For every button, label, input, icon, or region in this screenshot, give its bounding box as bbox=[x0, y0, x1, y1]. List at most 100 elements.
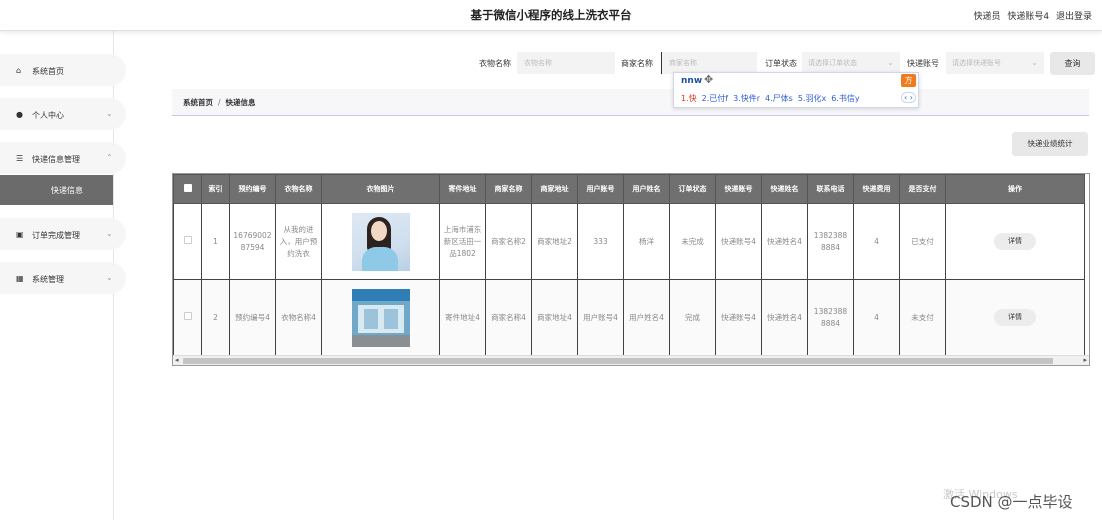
cell-courier-account: 快递账号4 bbox=[715, 279, 762, 356]
breadcrumb: 系统首页 / 快递信息 bbox=[172, 89, 1089, 116]
merchant-name-label: 商家名称 bbox=[621, 59, 653, 68]
cell-paid: 未支付 bbox=[899, 279, 946, 356]
sidebar-subitem-courier-info[interactable]: 快递信息 bbox=[0, 175, 113, 205]
scroll-left-icon[interactable]: ◂ bbox=[175, 356, 179, 364]
page: ⌂ 系统首页 ● 个人中心 ⌄ ☰ 快递信息管理 ⌃ 快递信息 ▣ 订单完成管理… bbox=[0, 0, 1102, 520]
cell-merchant-address: 商家地址4 bbox=[531, 279, 578, 356]
column-header: 快递账号 bbox=[715, 174, 762, 204]
cell-order-status: 未完成 bbox=[669, 203, 716, 280]
column-header: 寄件地址 bbox=[439, 174, 486, 204]
logout-link[interactable]: 退出登录 bbox=[1056, 12, 1092, 22]
ime-candidate[interactable]: 2.已付f bbox=[702, 94, 728, 103]
row-checkbox[interactable] bbox=[173, 203, 202, 280]
courier-account-label: 快递账号 bbox=[907, 59, 939, 68]
move-icon[interactable]: ✥ bbox=[704, 73, 713, 86]
select-all-checkbox[interactable] bbox=[173, 174, 202, 204]
chevron-down-icon: ⌄ bbox=[106, 273, 113, 282]
clothes-photo bbox=[351, 288, 410, 347]
clothes-name-label: 衣物名称 bbox=[479, 59, 511, 68]
order-status-label: 订单状态 bbox=[765, 59, 797, 68]
column-header: 快递姓名 bbox=[761, 174, 808, 204]
cell-order-status: 完成 bbox=[669, 279, 716, 356]
cell-merchant-name: 商家名称2 bbox=[485, 203, 532, 280]
ime-logo-icon[interactable]: 方 bbox=[901, 74, 916, 87]
table-row: 2 预约编号4 衣物名称4 寄件地址4 商家名称4 商家地址4 用户账号4 用户… bbox=[173, 279, 1085, 356]
app-title: 基于微信小程序的线上洗衣平台 bbox=[470, 8, 632, 22]
column-header: 联系电话 bbox=[807, 174, 854, 204]
top-bar: 基于微信小程序的线上洗衣平台 快递员 快递账号4 退出登录 bbox=[0, 0, 1102, 31]
cell-user-account: 用户账号4 bbox=[577, 279, 624, 356]
user-info: 快递员 快递账号4 退出登录 bbox=[969, 9, 1092, 22]
home-icon: ⌂ bbox=[16, 66, 22, 75]
detail-button[interactable]: 详情 bbox=[994, 233, 1036, 250]
column-header: 索引 bbox=[201, 174, 230, 204]
scrollbar-thumb[interactable] bbox=[183, 358, 1053, 364]
ime-candidate[interactable]: 4.尸体s bbox=[765, 94, 793, 103]
column-header: 商家地址 bbox=[531, 174, 578, 204]
sidebar-item-order-complete[interactable]: ▣ 订单完成管理 ⌄ bbox=[0, 218, 126, 250]
cell-paid: 已支付 bbox=[899, 203, 946, 280]
table-header-row: 索引 预约编号 衣物名称 衣物图片 寄件地址 商家名称 商家地址 用户账号 用户… bbox=[173, 174, 1085, 204]
user-role: 快递员 bbox=[973, 12, 1001, 22]
cell-phone: 13823888884 bbox=[807, 279, 854, 356]
column-header: 衣物图片 bbox=[321, 174, 440, 204]
courier-account-placeholder: 请选择快递账号 bbox=[952, 59, 1001, 67]
column-header: 商家名称 bbox=[485, 174, 532, 204]
breadcrumb-home[interactable]: 系统首页 bbox=[183, 98, 213, 107]
column-header: 用户姓名 bbox=[623, 174, 670, 204]
cell-clothes-name: 从我的进入，用户预约洗衣 bbox=[275, 203, 322, 280]
csdn-watermark: CSDN @一点毕设 bbox=[950, 493, 1073, 511]
sidebar-subitem-label: 快递信息 bbox=[51, 186, 83, 195]
cell-fee: 4 bbox=[853, 279, 900, 356]
sidebar-item-home[interactable]: ⌂ 系统首页 bbox=[0, 54, 126, 86]
breadcrumb-separator: / bbox=[218, 98, 221, 107]
detail-button[interactable]: 详情 bbox=[994, 309, 1036, 326]
ime-candidate[interactable]: 1.快 bbox=[681, 94, 697, 103]
ime-pager[interactable]: ‹ › bbox=[901, 92, 916, 103]
order-status-placeholder: 请选择订单状态 bbox=[808, 59, 857, 67]
merchant-name-input[interactable]: 商家名称 bbox=[661, 52, 757, 74]
grid-icon: ▦ bbox=[16, 274, 24, 283]
horizontal-scrollbar[interactable]: ◂ ▸ bbox=[173, 355, 1089, 365]
cell-user-name: 杨洋 bbox=[623, 203, 670, 280]
cell-index: 1 bbox=[201, 203, 230, 280]
cell-courier-name: 快递姓名4 bbox=[761, 279, 808, 356]
query-button[interactable]: 查询 bbox=[1050, 52, 1095, 75]
sidebar-item-label: 系统管理 bbox=[32, 275, 64, 284]
clothes-name-input[interactable]: 衣物名称 bbox=[517, 52, 615, 74]
sidebar-item-label: 订单完成管理 bbox=[32, 231, 80, 240]
cell-phone: 13823888884 bbox=[807, 203, 854, 280]
cell-booking-no: 预约编号4 bbox=[229, 279, 276, 356]
cell-clothes-image bbox=[321, 279, 440, 356]
column-header: 订单状态 bbox=[669, 174, 716, 204]
order-status-select[interactable]: 请选择订单状态 ⌄ bbox=[802, 52, 900, 74]
sidebar: ⌂ 系统首页 ● 个人中心 ⌄ ☰ 快递信息管理 ⌃ 快递信息 ▣ 订单完成管理… bbox=[0, 0, 126, 520]
cell-index: 2 bbox=[201, 279, 230, 356]
cell-user-account: 333 bbox=[577, 203, 624, 280]
courier-stats-button[interactable]: 快递业绩统计 bbox=[1012, 132, 1088, 156]
row-checkbox[interactable] bbox=[173, 279, 202, 356]
scroll-right-icon[interactable]: ▸ bbox=[1083, 356, 1087, 364]
cell-booking-no: 1676900287594 bbox=[229, 203, 276, 280]
ime-candidate[interactable]: 6.书信y bbox=[831, 94, 859, 103]
ime-candidate[interactable]: 3.快件r bbox=[733, 94, 760, 103]
cell-address: 上海市浦东新区活田一品1802 bbox=[439, 203, 486, 280]
list-icon: ☰ bbox=[16, 154, 24, 163]
chevron-down-icon: ⌄ bbox=[1031, 58, 1038, 67]
user-icon: ● bbox=[16, 110, 23, 119]
cell-clothes-name: 衣物名称4 bbox=[275, 279, 322, 356]
cell-actions: 详情 bbox=[945, 203, 1085, 280]
cell-merchant-name: 商家名称4 bbox=[485, 279, 532, 356]
sidebar-item-label: 个人中心 bbox=[32, 111, 64, 120]
sidebar-item-personal[interactable]: ● 个人中心 ⌄ bbox=[0, 98, 126, 130]
user-account: 快递账号4 bbox=[1007, 12, 1050, 22]
chevron-up-icon: ⌃ bbox=[106, 153, 113, 162]
cell-clothes-image bbox=[321, 203, 440, 280]
ime-candidate[interactable]: 5.羽化x bbox=[798, 94, 826, 103]
sidebar-item-system[interactable]: ▦ 系统管理 ⌄ bbox=[0, 262, 126, 294]
sidebar-item-courier-info[interactable]: ☰ 快递信息管理 ⌃ bbox=[0, 142, 126, 174]
courier-account-select[interactable]: 请选择快递账号 ⌄ bbox=[946, 52, 1044, 74]
cell-user-name: 用户姓名4 bbox=[623, 279, 670, 356]
chevron-down-icon: ⌄ bbox=[106, 229, 113, 238]
order-icon: ▣ bbox=[16, 230, 24, 239]
